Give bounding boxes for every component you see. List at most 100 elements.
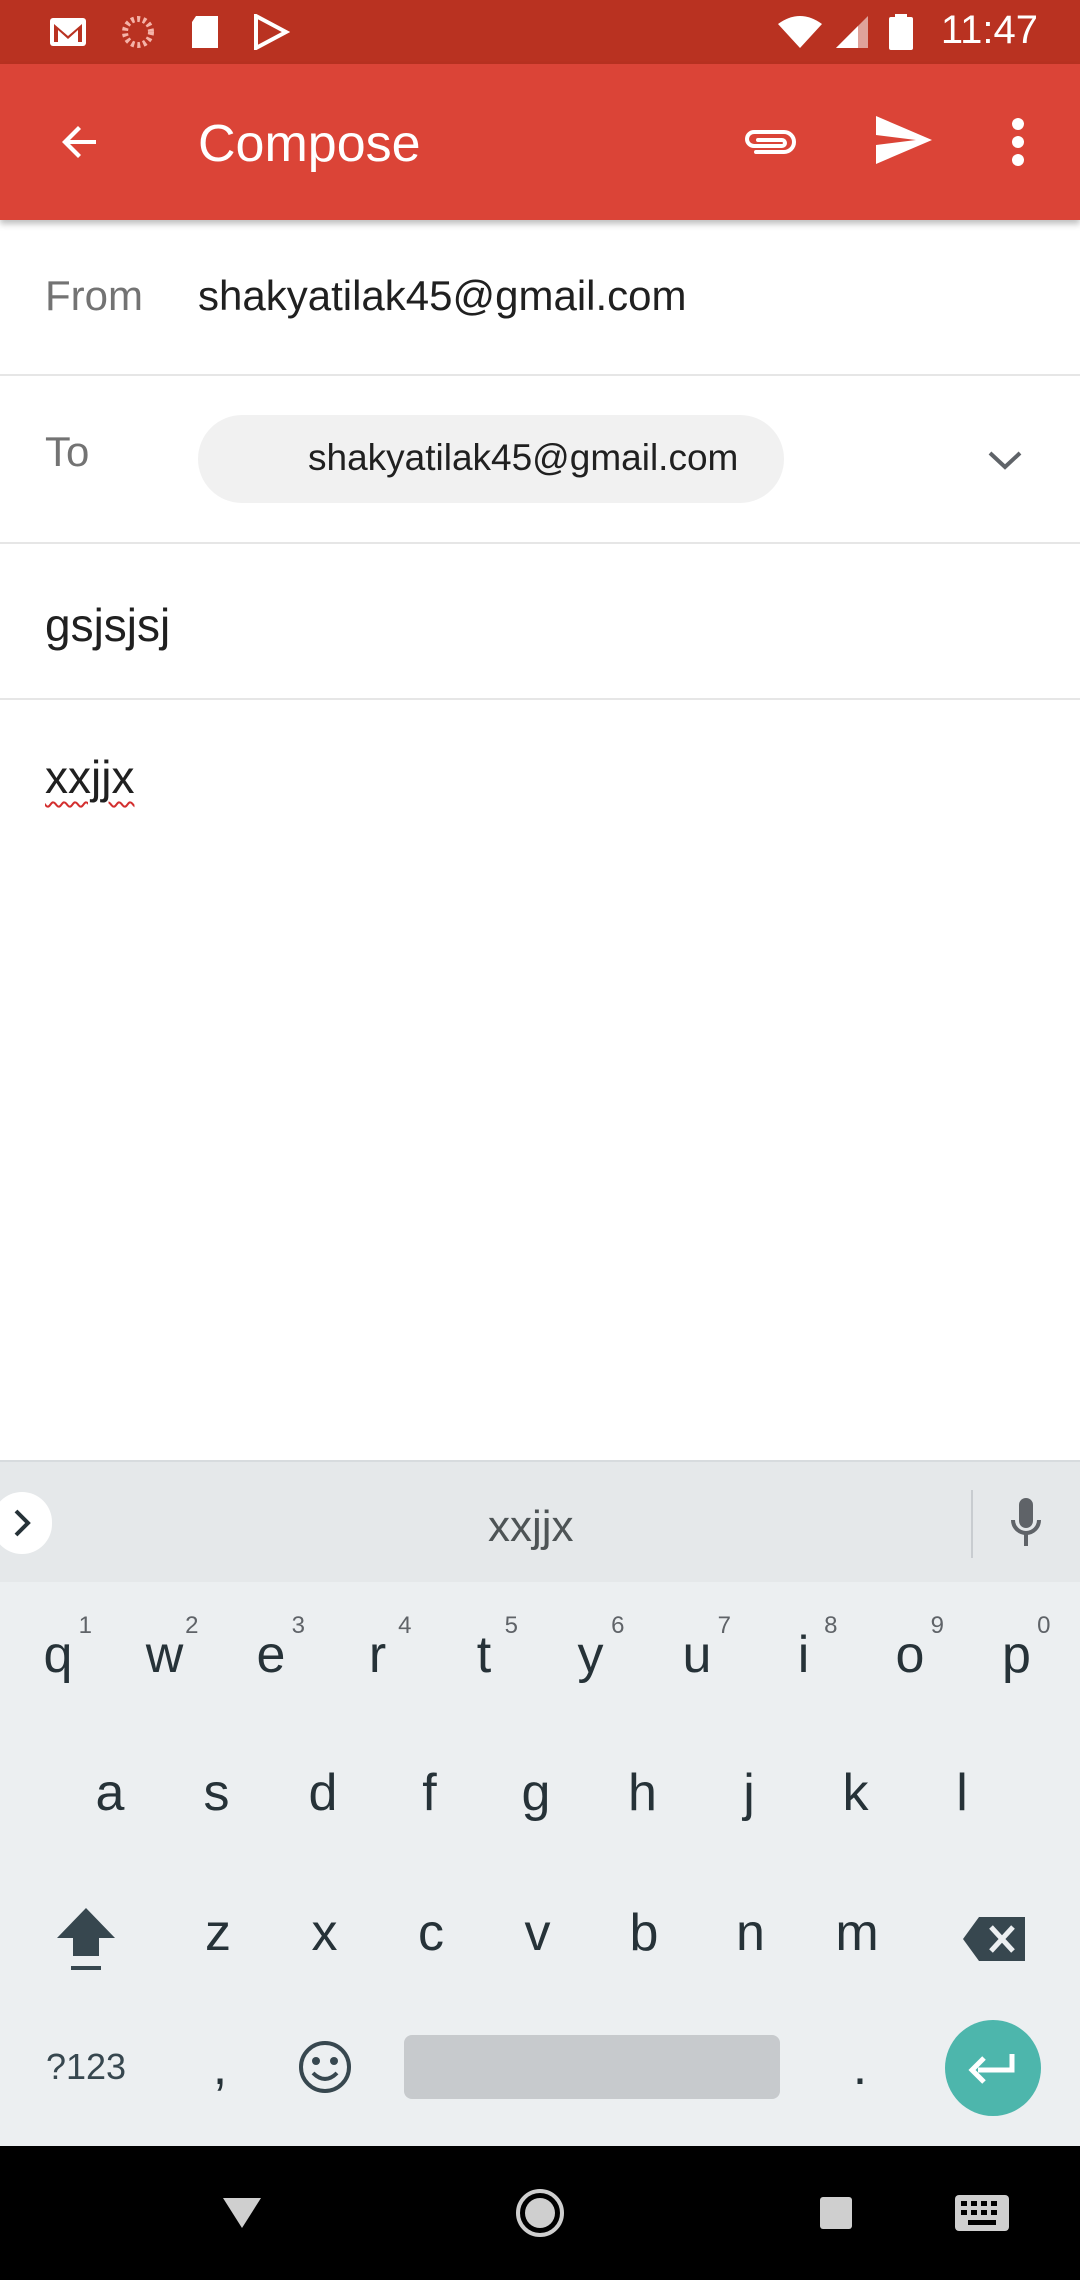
key-o[interactable]: o9 [860, 1600, 960, 1710]
key-p-label: p [1002, 1626, 1031, 1684]
symbols-key[interactable]: ?123 [36, 2012, 136, 2122]
sd-card-icon [192, 16, 218, 48]
key-p[interactable]: p0 [967, 1600, 1067, 1710]
keyboard-switch-button[interactable] [940, 2171, 1024, 2255]
key-s[interactable]: s [167, 1738, 267, 1848]
key-y-label: y [577, 1626, 604, 1684]
suggestion-strip: xxjjx [0, 1460, 1080, 1582]
key-c[interactable]: c [381, 1878, 481, 1988]
key-u-hint: 7 [717, 1612, 731, 1639]
key-f-label: f [422, 1764, 437, 1822]
key-g[interactable]: g [486, 1738, 586, 1848]
body-area[interactable] [0, 700, 1080, 1460]
suggestion-word[interactable]: xxjjx [488, 1502, 574, 1552]
cellular-icon [836, 16, 868, 48]
key-x-label: x [311, 1904, 338, 1962]
chevron-down-icon [988, 451, 1022, 470]
keyboard: xxjjx ?123 , . q 1 w 2 e 3 r 4 t 5 y 6 u… [0, 1460, 1080, 2146]
microphone-icon [1011, 1498, 1041, 1546]
key-d[interactable]: d [273, 1738, 373, 1848]
key-t-label: t [476, 1626, 492, 1684]
voice-input-button[interactable] [990, 1482, 1062, 1564]
key-o-hint: 9 [930, 1612, 944, 1639]
nav-home-button[interactable] [498, 2171, 582, 2255]
key-n[interactable]: n [701, 1878, 801, 1988]
key-x[interactable]: x [275, 1878, 375, 1988]
period-key[interactable]: . [810, 2012, 910, 2122]
key-u[interactable]: u7 [647, 1600, 747, 1710]
key-l[interactable]: l [912, 1738, 1012, 1848]
from-row[interactable]: From shakyatilak45@gmail.com [0, 220, 1080, 376]
enter-arrow-icon [968, 2054, 1015, 2084]
key-z[interactable]: z [168, 1878, 268, 1988]
key-s-label: s [203, 1764, 230, 1822]
status-time: 11:47 [940, 8, 1038, 52]
key-f[interactable]: f [380, 1738, 480, 1848]
key-a[interactable]: a [60, 1738, 160, 1848]
key-q-hint: 1 [78, 1612, 92, 1639]
key-a-label: a [95, 1764, 125, 1822]
body-field[interactable]: xxjjx [45, 750, 134, 804]
from-label: From [45, 272, 143, 319]
key-j-label: j [743, 1764, 755, 1822]
key-w[interactable]: w2 [115, 1600, 215, 1710]
recipient-chip[interactable]: shakyatilak45@gmail.com [198, 415, 784, 503]
play-store-icon [254, 14, 290, 50]
key-e-hint: 3 [291, 1612, 305, 1639]
key-i-label: i [797, 1626, 810, 1684]
key-i[interactable]: i8 [754, 1600, 854, 1710]
recipient-chip-text: shakyatilak45@gmail.com [308, 437, 739, 478]
key-h-label: h [628, 1764, 657, 1822]
key-b[interactable]: b [594, 1878, 694, 1988]
key-h[interactable]: h [593, 1738, 693, 1848]
enter-key[interactable] [945, 2020, 1041, 2116]
key-n-label: n [736, 1904, 765, 1962]
key-o-label: o [895, 1626, 925, 1684]
gmail-icon [50, 18, 86, 46]
key-v[interactable]: v [488, 1878, 588, 1988]
backspace-key[interactable] [940, 1884, 1050, 1994]
emoji-icon [299, 2041, 351, 2093]
send-icon [876, 116, 932, 164]
paperclip-icon [745, 130, 796, 154]
key-w-hint: 2 [185, 1612, 199, 1639]
nav-back-button[interactable] [200, 2171, 284, 2255]
key-g-label: g [521, 1764, 551, 1822]
key-q-label: q [43, 1626, 73, 1684]
send-button[interactable] [862, 98, 946, 182]
nav-recents-button[interactable] [794, 2171, 878, 2255]
key-y-hint: 6 [611, 1612, 625, 1639]
back-button[interactable] [40, 102, 120, 182]
expand-recipients-button[interactable] [965, 420, 1045, 500]
arrow-back-icon [62, 126, 96, 158]
shift-key[interactable] [36, 1884, 136, 1994]
key-q[interactable]: q1 [8, 1600, 108, 1710]
key-e[interactable]: e3 [221, 1600, 321, 1710]
key-e-label: e [256, 1626, 286, 1684]
key-t-hint: 5 [504, 1612, 518, 1639]
key-r[interactable]: r4 [328, 1600, 428, 1710]
shift-arrow-icon [57, 1908, 115, 1970]
key-k[interactable]: k [806, 1738, 906, 1848]
subject-field[interactable]: gsjsjsj [45, 598, 170, 652]
comma-key[interactable]: , [170, 2012, 270, 2122]
key-t[interactable]: t5 [434, 1600, 534, 1710]
more-options-button[interactable] [986, 102, 1050, 182]
to-label: To [45, 428, 90, 475]
back-triangle-icon [223, 2198, 261, 2228]
navigation-bar [0, 2146, 1080, 2280]
key-y[interactable]: y6 [541, 1600, 641, 1710]
attach-button[interactable] [730, 102, 810, 182]
status-bar: 11:47 [0, 0, 1080, 64]
key-m[interactable]: m [807, 1878, 907, 1988]
key-j[interactable]: j [699, 1738, 799, 1848]
sync-icon [122, 16, 154, 48]
emoji-key[interactable] [275, 2012, 375, 2122]
chevron-right-icon [14, 1509, 31, 1537]
key-v-label: v [524, 1904, 551, 1962]
keyboard-menu-button[interactable] [0, 1492, 52, 1554]
space-key[interactable] [404, 2035, 780, 2099]
key-p-hint: 0 [1037, 1612, 1051, 1639]
from-account[interactable]: shakyatilak45@gmail.com [198, 272, 687, 320]
key-r-label: r [368, 1626, 387, 1684]
